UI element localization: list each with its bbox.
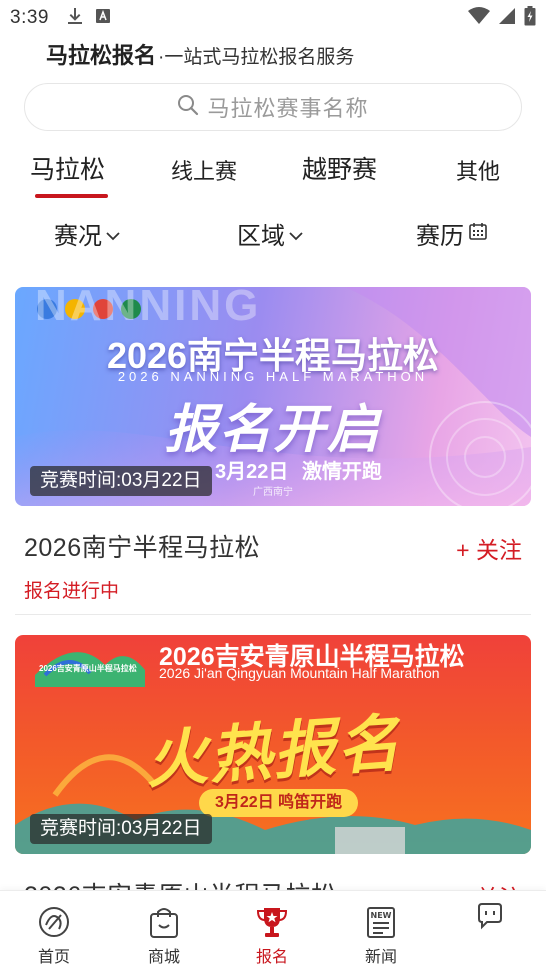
nav-label: 首页 bbox=[37, 949, 70, 966]
nav-label: 新闻 bbox=[364, 949, 397, 966]
status-notification-icons bbox=[67, 7, 111, 30]
banner-date: 3月22日 激情开跑 bbox=[215, 455, 382, 484]
category-tabs: 马拉松 线上赛 越野赛 其他 bbox=[0, 142, 546, 202]
nav-label: 商城 bbox=[147, 949, 180, 966]
chevron-down-icon bbox=[106, 220, 120, 248]
event-banner[interactable]: NANNING 2026南宁半程马拉松 2026 NANNING HALF MA… bbox=[15, 287, 531, 506]
event-name[interactable]: 2026南宁半程马拉松 bbox=[24, 528, 260, 564]
event-banner[interactable]: 2026吉安青原山半程马拉松 2026吉安青原山半程马拉松 2026 Ji'an… bbox=[15, 635, 531, 854]
banner-date-pill: 3月22日 鸣笛开跑 bbox=[199, 789, 359, 817]
search-input[interactable]: 马拉松赛事名称 bbox=[24, 83, 522, 131]
divider bbox=[15, 614, 531, 615]
filter-calendar-button[interactable]: 赛历 bbox=[416, 216, 488, 251]
wifi-icon bbox=[468, 6, 490, 30]
status-time: 3:39 bbox=[10, 7, 49, 28]
filter-status-dropdown[interactable]: 赛况 bbox=[54, 216, 120, 251]
race-time-badge: 竞赛时间:03月22日 bbox=[30, 466, 212, 496]
banner-logo-text: 2026吉安青原山半程马拉松 bbox=[39, 664, 137, 673]
filter-region-label: 区域 bbox=[237, 223, 285, 250]
filter-status-label: 赛况 bbox=[54, 223, 102, 250]
event-status: 报名进行中 bbox=[24, 581, 120, 602]
banner-slogan: 报名开启 bbox=[164, 401, 381, 459]
battery-icon bbox=[524, 5, 536, 31]
tab-trail-race[interactable]: 越野赛 bbox=[302, 150, 377, 186]
chevron-down-icon bbox=[289, 220, 303, 248]
active-tab-indicator bbox=[35, 194, 108, 198]
banner-watermark: NANNING bbox=[35, 287, 262, 330]
trophy-icon bbox=[255, 905, 289, 939]
banner-subtitle: 2026 Ji'an Qingyuan Mountain Half Marath… bbox=[159, 665, 440, 681]
banner-subtitle: 2026 NANNING HALF MARATHON bbox=[117, 369, 429, 384]
nav-label: 报名 bbox=[255, 949, 288, 966]
nav-registration[interactable]: 报名 bbox=[227, 891, 317, 972]
home-icon bbox=[37, 905, 71, 939]
app-a-icon bbox=[95, 8, 111, 29]
calendar-icon bbox=[468, 220, 488, 248]
banner-small-text: 广西南宁 bbox=[253, 487, 293, 498]
tab-online-race[interactable]: 线上赛 bbox=[171, 154, 237, 186]
race-time-badge: 竞赛时间:03月22日 bbox=[30, 814, 212, 844]
tab-marathon[interactable]: 马拉松 bbox=[30, 150, 105, 186]
chat-icon bbox=[475, 899, 505, 933]
filter-region-dropdown[interactable]: 区域 bbox=[237, 216, 303, 251]
status-system-icons bbox=[468, 5, 536, 31]
nav-home[interactable]: 首页 bbox=[9, 891, 99, 972]
bottom-nav: 首页 商城 报名 NEW 新闻 bbox=[0, 890, 546, 972]
nav-shop[interactable]: 商城 bbox=[119, 891, 209, 972]
banner-date-text: 3月22日 bbox=[215, 461, 289, 483]
tab-other[interactable]: 其他 bbox=[456, 154, 500, 186]
banner-tagline: 激情开跑 bbox=[301, 461, 382, 483]
news-icon: NEW bbox=[365, 905, 397, 939]
nav-chat[interactable] bbox=[445, 891, 535, 972]
app-header: 马拉松报名 ·一站式马拉松报名服务 bbox=[46, 38, 354, 72]
app-title: 马拉松报名 bbox=[46, 43, 157, 68]
filter-calendar-label: 赛历 bbox=[416, 223, 464, 250]
follow-button[interactable]: + 关注 bbox=[456, 531, 522, 565]
shopping-bag-icon bbox=[148, 905, 180, 939]
app-subtitle: ·一站式马拉松报名服务 bbox=[158, 47, 355, 68]
signal-icon bbox=[498, 7, 516, 30]
filter-bar: 赛况 区域 赛历 bbox=[0, 212, 546, 256]
svg-text:NEW: NEW bbox=[371, 911, 392, 920]
download-icon bbox=[67, 7, 83, 30]
status-bar: 3:39 bbox=[0, 0, 546, 36]
nav-news[interactable]: NEW 新闻 bbox=[336, 891, 426, 972]
search-icon bbox=[177, 94, 199, 121]
search-placeholder: 马拉松赛事名称 bbox=[207, 96, 369, 121]
